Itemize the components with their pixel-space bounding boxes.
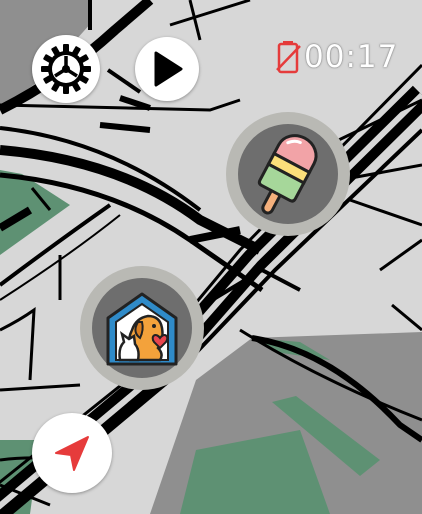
- popsicle-icon: [257, 134, 318, 215]
- play-icon: [154, 51, 183, 87]
- locate-me-button[interactable]: [32, 413, 112, 493]
- settings-button[interactable]: [32, 35, 100, 103]
- elapsed-timer: 00:17: [304, 39, 399, 75]
- pet-shelter-marker[interactable]: [80, 266, 204, 390]
- battery-empty-icon: [276, 41, 301, 74]
- play-button[interactable]: [135, 37, 199, 101]
- pet-house-icon: [106, 292, 178, 366]
- status-bar: 00:17: [276, 37, 398, 77]
- ice-cream-marker[interactable]: [226, 112, 350, 236]
- gear-icon: [41, 44, 91, 94]
- navigation-arrow-icon: [55, 436, 89, 471]
